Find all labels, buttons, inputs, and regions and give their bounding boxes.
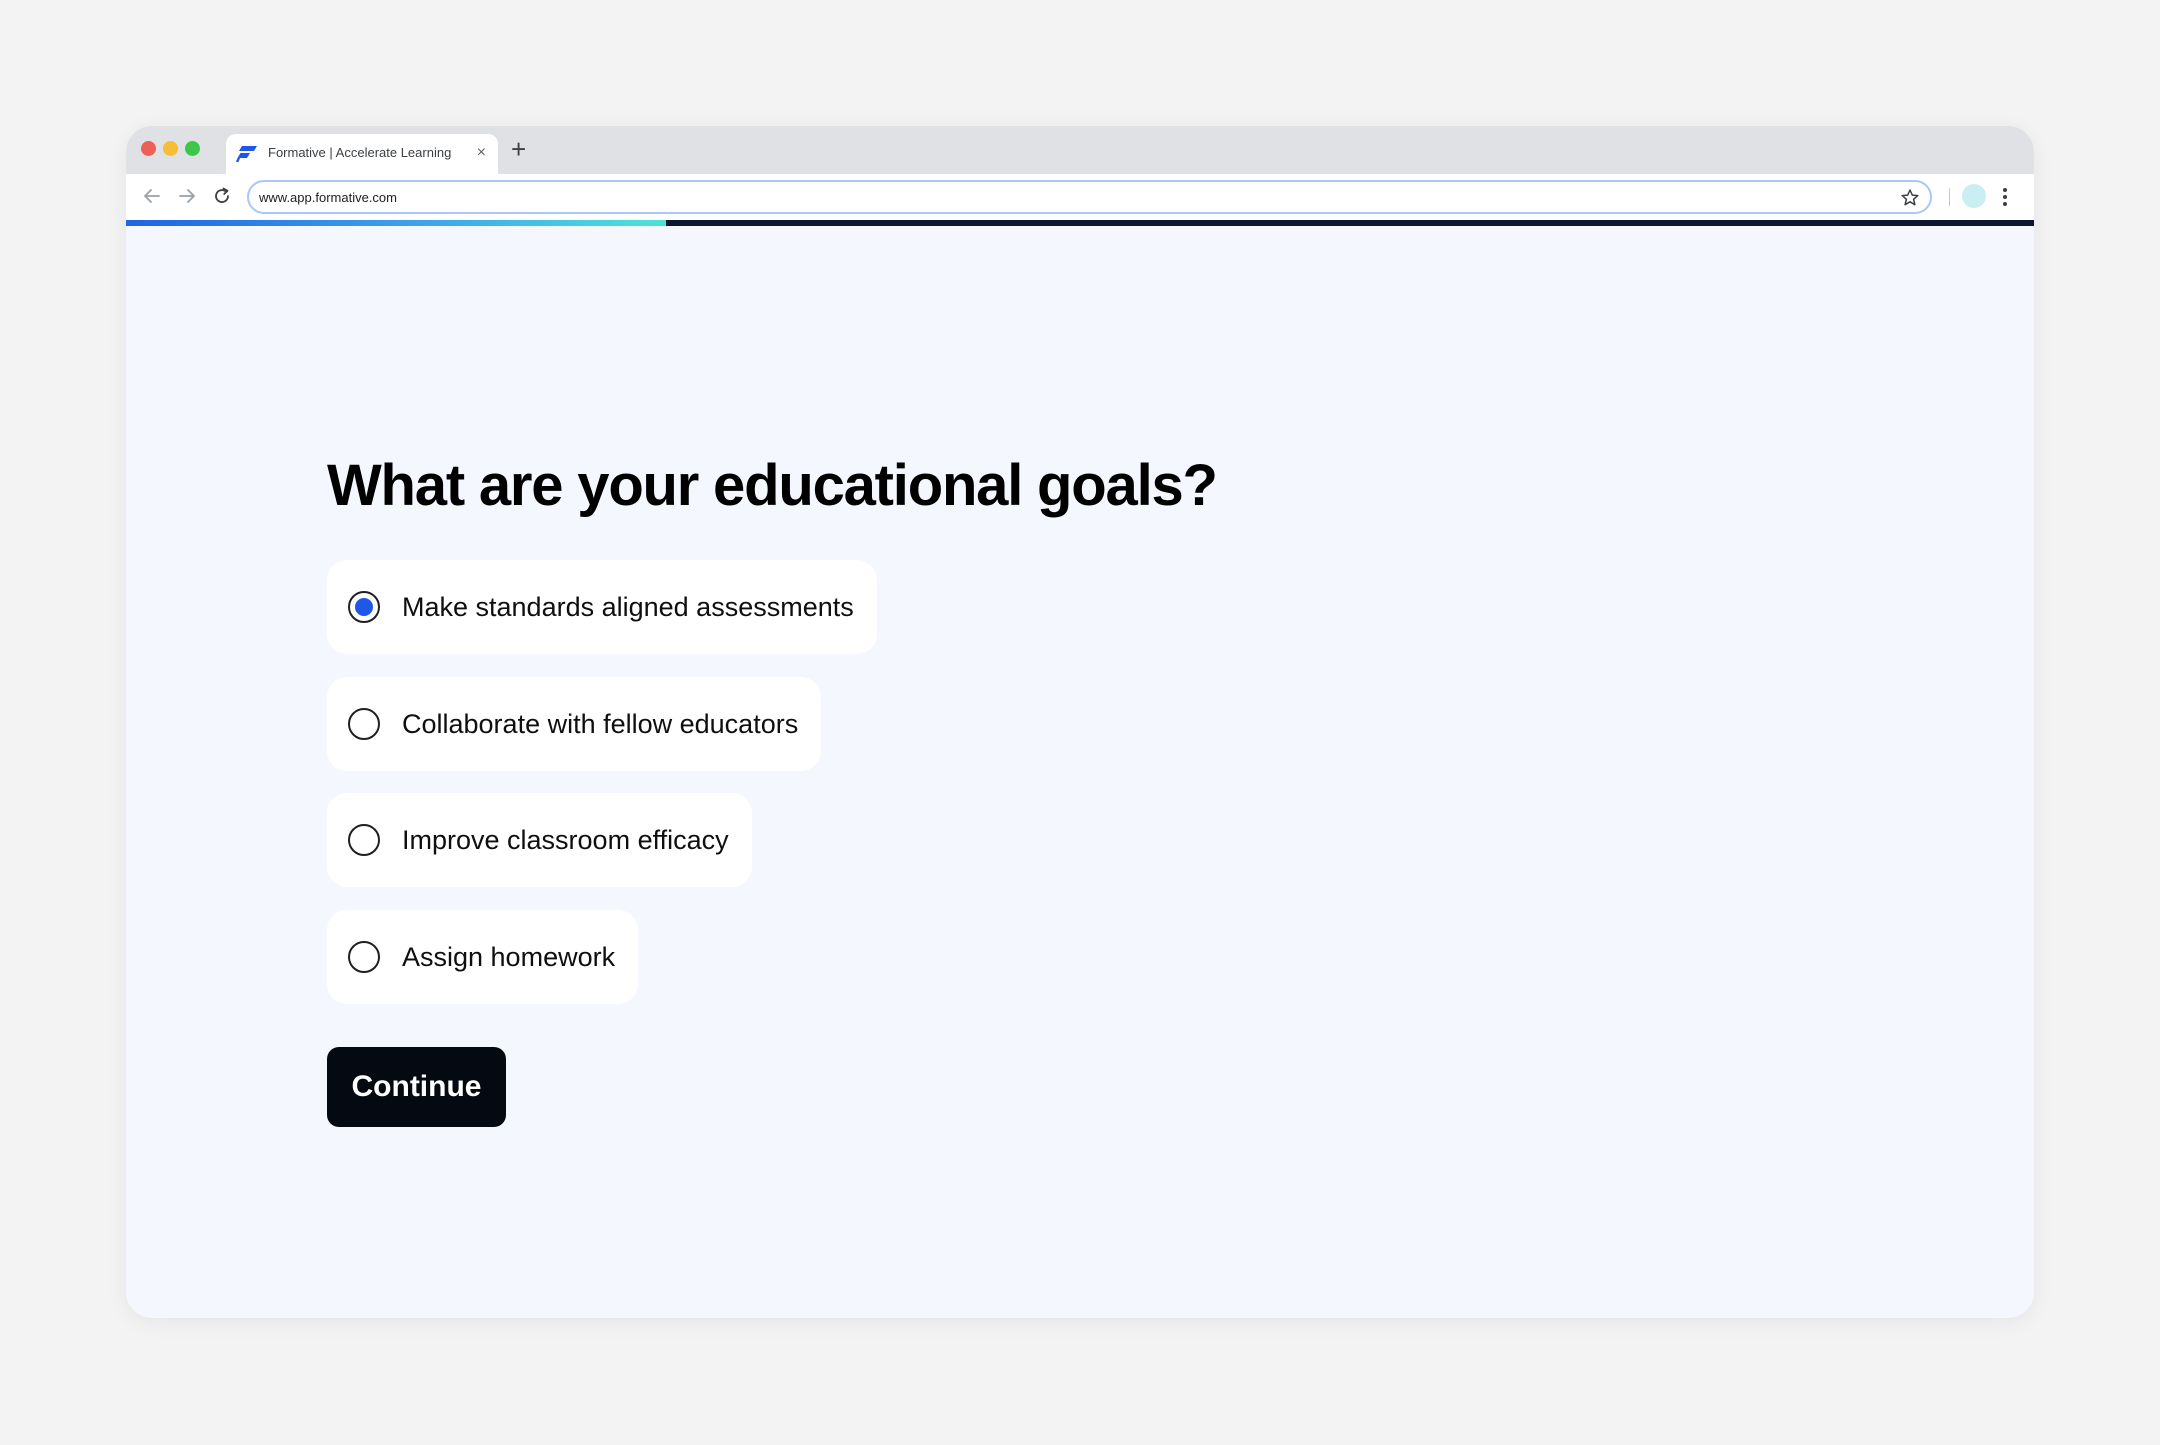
back-arrow-icon[interactable]	[141, 185, 163, 207]
minimize-window-button[interactable]	[163, 141, 178, 156]
radio-button[interactable]	[348, 824, 380, 856]
url-text[interactable]: www.app.formative.com	[259, 190, 397, 205]
option-label: Assign homework	[402, 941, 616, 972]
option-label: Collaborate with fellow educators	[402, 708, 799, 739]
reload-icon[interactable]	[211, 185, 233, 207]
page-title: What are your educational goals?	[327, 453, 1218, 518]
onboarding-content: What are your educational goals? Make st…	[126, 226, 2034, 1318]
maximize-window-button[interactable]	[185, 141, 200, 156]
new-tab-button[interactable]: +	[511, 136, 526, 162]
tab-title: Formative | Accelerate Learning	[268, 145, 452, 160]
forward-arrow-icon[interactable]	[176, 185, 198, 207]
tab-close-icon[interactable]: ×	[477, 143, 486, 163]
goal-option-efficacy[interactable]: Improve classroom efficacy	[327, 793, 752, 887]
goal-option-collaborate[interactable]: Collaborate with fellow educators	[327, 677, 822, 771]
radio-button[interactable]	[348, 708, 380, 740]
browser-window: Formative | Accelerate Learning × + www.…	[126, 126, 2034, 1318]
browser-tab[interactable]: Formative | Accelerate Learning ×	[226, 134, 498, 174]
tab-strip: Formative | Accelerate Learning × +	[126, 126, 2034, 174]
kebab-menu-icon[interactable]	[2001, 186, 2009, 208]
option-label: Improve classroom efficacy	[402, 824, 729, 855]
browser-toolbar: www.app.formative.com	[126, 174, 2034, 220]
option-label: Make standards aligned assessments	[402, 591, 854, 622]
formative-logo-icon	[236, 146, 257, 162]
continue-button[interactable]: Continue	[327, 1047, 506, 1127]
star-icon[interactable]	[1900, 188, 1920, 208]
radio-button[interactable]	[348, 591, 380, 623]
goal-option-homework[interactable]: Assign homework	[327, 910, 639, 1004]
goal-option-assessments[interactable]: Make standards aligned assessments	[327, 560, 877, 654]
close-window-button[interactable]	[141, 141, 156, 156]
radio-button[interactable]	[348, 941, 380, 973]
toolbar-divider	[1949, 188, 1950, 206]
address-bar[interactable]: www.app.formative.com	[247, 180, 1932, 214]
profile-avatar[interactable]	[1962, 184, 1986, 208]
